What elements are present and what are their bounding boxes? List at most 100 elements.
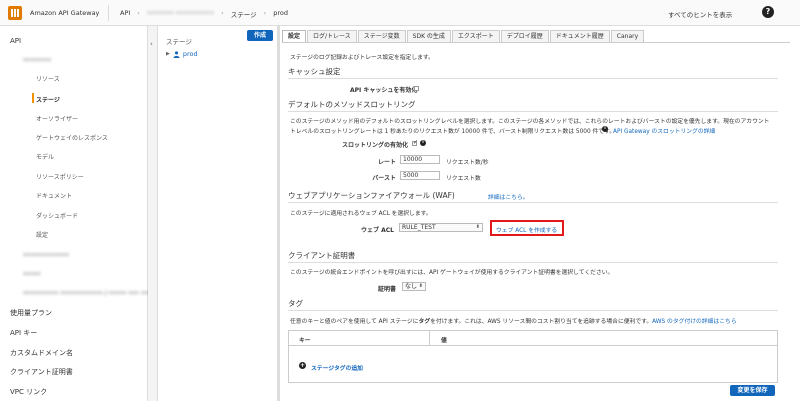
stage-icon (173, 50, 180, 58)
tab-logs-tracing[interactable]: ログ/トレース (307, 30, 357, 42)
waf-description: このステージに適用されるウェブ ACL を選択します。 (290, 211, 432, 217)
chevron-left-icon[interactable]: ‹ (150, 40, 153, 48)
nav-item-resources[interactable]: リソース (36, 74, 60, 83)
tags-desc-before: 任意のキーと値のペアを使用して API ステージに (290, 319, 419, 325)
throttling-description-1: このステージのメソッド用のデフォルトのスロットリングレベルを選択します。このステ… (290, 119, 770, 125)
tab-documentation-history[interactable]: ドキュメント履歴 (549, 30, 610, 42)
nav-custom-domain-names[interactable]: カスタムドメイン名 (10, 348, 73, 358)
nav-item-models[interactable]: モデル (36, 152, 54, 161)
tags-desc-bold: タグ (418, 319, 431, 325)
app-name[interactable]: Amazon API Gateway (30, 9, 99, 17)
nav-item-gateway-responses[interactable]: ゲートウェイのレスポンス (36, 133, 108, 142)
add-stage-tag-link[interactable]: ステージタグの追加 (311, 363, 363, 372)
nav-api-keys[interactable]: API キー (10, 328, 37, 338)
tab-canary[interactable]: Canary (610, 30, 645, 42)
nav-api-name[interactable]: •••••••• (23, 57, 51, 64)
rate-unit: リクエスト数/秒 (446, 160, 489, 166)
breadcrumb-stage-prod: prod (273, 9, 289, 17)
rate-label: レート (377, 159, 396, 166)
tags-docs-link[interactable]: AWS のタグ付けの詳細はこちら (652, 319, 736, 325)
divider (288, 310, 778, 311)
tab-sdk-generation[interactable]: SDK の生成 (406, 30, 451, 42)
web-acl-select[interactable]: RULE_TEST ⬍ (399, 223, 483, 232)
nav-usage-plans[interactable]: 使用量プラン (10, 308, 52, 318)
nav-collapse-handle[interactable]: ‹ (148, 26, 158, 401)
expand-triangle-icon[interactable]: ▶ (166, 51, 170, 57)
dropdown-arrows-icon: ⬍ (475, 224, 480, 230)
throttling-enable-label: スロットリングの有効化 (341, 142, 408, 149)
nav-item-resource-policy[interactable]: リソースポリシー (36, 172, 84, 181)
create-stage-button[interactable]: 作成 (247, 30, 273, 41)
web-acl-value: RULE_TEST (402, 224, 436, 231)
tags-col-value: 値 (441, 338, 447, 344)
rate-input[interactable]: 10000 (400, 155, 440, 164)
throttling-description-2: トレベルのスロットリングレートは 1 秒あたりのリクエスト数が 10000 件で… (290, 129, 616, 135)
stage-name[interactable]: prod (183, 50, 198, 58)
nav-vpc-links[interactable]: VPC リンク (10, 387, 47, 397)
tab-export[interactable]: エクスポート (451, 30, 500, 42)
api-gateway-logo-icon[interactable] (8, 6, 22, 20)
tags-table-header: キー 値 (288, 330, 778, 346)
stage-tree-item-prod[interactable]: ▶ prod (166, 50, 198, 58)
throttling-checkbox[interactable] (412, 139, 418, 146)
settings-intro: ステージのログ記録およびトレース設定を指定します。 (290, 55, 434, 61)
breadcrumb-stages[interactable]: ステージ (231, 9, 257, 19)
dropdown-arrows-icon: ⬍ (418, 283, 423, 289)
nav-client-certificates[interactable]: クライアント証明書 (10, 367, 73, 377)
certificate-select[interactable]: なし ⬍ (402, 282, 426, 291)
certificate-label: 証明書 (377, 286, 396, 293)
show-all-hints-link[interactable]: すべてのヒントを表示 (668, 9, 732, 19)
client-cert-heading: クライアント証明書 (288, 251, 356, 260)
api-cache-enable-label: API キャッシュを有効化 (350, 87, 418, 94)
top-bar: Amazon API Gateway API › ••••••• •••••••… (0, 0, 800, 26)
throttling-docs-link[interactable]: API Gateway のスロットリングの詳細 (613, 126, 715, 135)
throttling-heading: デフォルトのメソッドスロットリング (288, 100, 416, 109)
nav-other-api-3[interactable]: •••••••••• •••••••••••• / ••••• ••• ••• … (23, 290, 164, 297)
panel-divider[interactable] (278, 26, 280, 401)
cache-heading: キャッシュ設定 (288, 67, 341, 76)
breadcrumb: API › ••••••• •••••••••• › ステージ › prod (120, 9, 289, 19)
certificate-value: なし (405, 283, 418, 290)
api-cache-checkbox[interactable] (414, 86, 419, 91)
nav-item-dashboard[interactable]: ダッシュボード (36, 211, 78, 220)
info-icon[interactable]: i (420, 140, 426, 146)
header-divider (108, 5, 109, 21)
breadcrumb-api-name[interactable]: ••••••• •••••••••• (147, 9, 214, 19)
tags-heading: タグ (288, 299, 303, 308)
burst-input[interactable]: 5000 (400, 171, 440, 180)
waf-learn-more-link[interactable]: 詳細はこちら。 (488, 192, 529, 201)
active-nav-marker (32, 93, 34, 103)
help-icon[interactable]: ? (762, 6, 774, 18)
divider (288, 78, 778, 79)
create-web-acl-link[interactable]: ウェブ ACL を作成する (496, 225, 557, 234)
nav-api[interactable]: API (10, 37, 21, 45)
burst-label: バースト (372, 175, 396, 182)
save-changes-button[interactable]: 変更を保存 (730, 385, 775, 396)
left-navigation: API •••••••• リソース ステージ オーソライザー ゲートウェイのレス… (0, 26, 164, 401)
burst-unit: リクエスト数 (446, 176, 481, 182)
web-acl-label: ウェブ ACL (361, 227, 394, 234)
stage-list-panel: ステージ ▶ prod (158, 26, 278, 401)
nav-item-documentation[interactable]: ドキュメント (36, 191, 72, 200)
breadcrumb-api[interactable]: API (120, 9, 130, 19)
tags-description: 任意のキーと値のペアを使用して API ステージにタグを付けます。これは、AWS… (290, 316, 737, 325)
nav-other-api-1[interactable]: ••••••••••••• (23, 252, 69, 259)
nav-other-api-2[interactable]: ••••• (23, 271, 41, 278)
tab-stage-variables[interactable]: ステージ変数 (357, 30, 406, 42)
divider (288, 111, 778, 112)
waf-heading: ウェブアプリケーションファイアウォール (WAF) (288, 191, 455, 200)
tab-underline (282, 42, 790, 43)
tab-settings[interactable]: 設定 (282, 30, 307, 42)
tags-col-key: キー (299, 338, 311, 344)
tags-desc-after: を付けます。これは、AWS リソース間のコスト割り当てを追跡する場合に便利です。 (430, 319, 653, 325)
nav-item-settings[interactable]: 設定 (36, 230, 48, 239)
tags-table-body: + ステージタグの追加 (288, 346, 778, 383)
info-icon[interactable]: i (602, 126, 608, 132)
divider (288, 202, 778, 203)
stage-list-title: ステージ (166, 38, 192, 46)
tab-deployment-history[interactable]: デプロイ履歴 (500, 30, 549, 42)
nav-item-authorizers[interactable]: オーソライザー (36, 114, 78, 123)
divider (288, 262, 778, 263)
nav-item-stages[interactable]: ステージ (36, 95, 60, 104)
add-circle-icon[interactable]: + (299, 362, 306, 369)
